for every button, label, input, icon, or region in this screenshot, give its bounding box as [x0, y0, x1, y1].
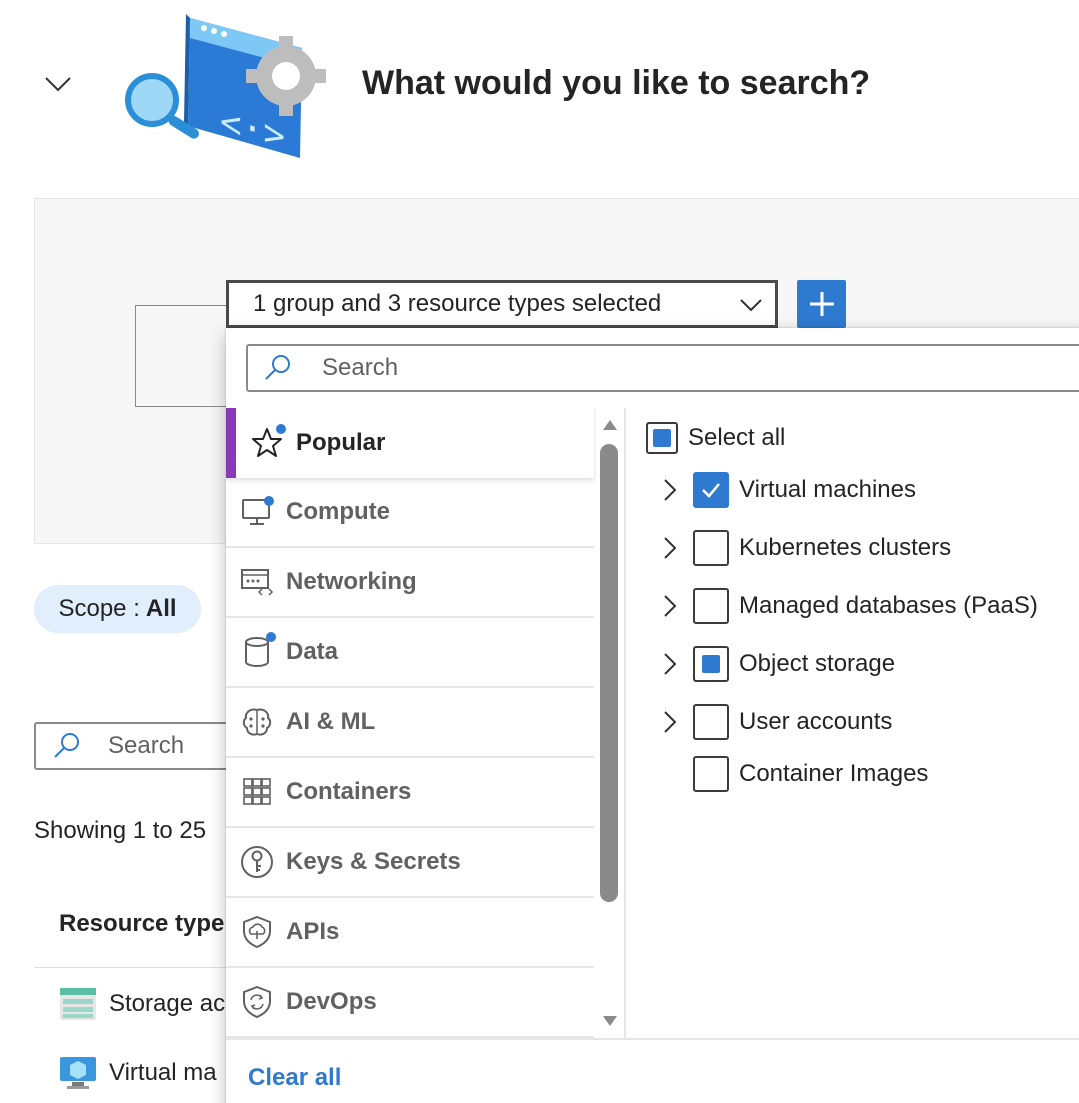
resource-type-label: Object storage	[739, 650, 896, 677]
category-list: Popular Compute Networking Data AI & ML …	[226, 408, 596, 1038]
category-networking[interactable]: Networking	[226, 548, 594, 618]
category-label: APIs	[286, 918, 340, 945]
checkmark-icon	[702, 483, 720, 498]
container-images-checkbox[interactable]	[693, 756, 729, 792]
scroll-down-arrow-icon[interactable]	[603, 1016, 617, 1026]
chevron-right-icon[interactable]	[660, 476, 680, 504]
row-label: Storage ac	[109, 990, 226, 1017]
devops-shield-icon	[243, 985, 271, 1019]
resource-type-label: Managed databases (PaaS)	[739, 592, 1038, 619]
virtual-machines-checkbox[interactable]	[693, 472, 729, 508]
chevron-right-icon[interactable]	[660, 592, 680, 620]
key-icon	[241, 846, 273, 878]
page-title: What would you like to search?	[362, 64, 871, 102]
resource-type-popup: Search Popular Compute Networking Data A…	[226, 328, 1079, 1103]
resource-type-row[interactable]: Container Images	[693, 754, 928, 794]
chevron-right-icon[interactable]	[660, 650, 680, 678]
selection-dot	[264, 496, 274, 506]
category-compute[interactable]: Compute	[226, 478, 594, 548]
kubernetes-clusters-checkbox[interactable]	[693, 530, 729, 566]
category-data[interactable]: Data	[226, 618, 594, 688]
resource-type-row[interactable]: Kubernetes clusters	[693, 528, 951, 568]
chevron-down-icon	[740, 299, 762, 312]
popup-panel-divider	[624, 408, 626, 1038]
clear-all-link[interactable]: Clear all	[248, 1064, 341, 1092]
category-label: Networking	[286, 568, 417, 595]
select-all-row[interactable]: Select all	[646, 418, 785, 458]
results-count-text: Showing 1 to 25	[34, 817, 207, 844]
network-icon	[241, 569, 274, 596]
search-icon	[265, 355, 290, 380]
object-storage-checkbox[interactable]	[693, 646, 729, 682]
api-shield-icon	[243, 915, 271, 949]
popup-search-placeholder: Search	[322, 354, 399, 381]
table-row[interactable]: Storage ac	[59, 984, 225, 1024]
plus-icon	[809, 292, 834, 316]
popup-search-input[interactable]: Search	[246, 344, 1079, 392]
category-label: AI & ML	[286, 708, 376, 735]
resource-type-dropdown[interactable]: 1 group and 3 resource types selected	[226, 280, 778, 328]
selection-dot	[276, 424, 286, 434]
row-label: Virtual ma	[109, 1059, 217, 1086]
category-popular[interactable]: Popular	[226, 408, 594, 478]
category-label: Data	[286, 638, 339, 665]
resource-type-row[interactable]: Managed databases (PaaS)	[693, 586, 1038, 626]
storage-account-icon	[60, 988, 96, 1020]
search-icon	[54, 733, 79, 758]
table-row[interactable]: Virtual ma	[59, 1053, 217, 1093]
category-label: Popular	[296, 429, 386, 456]
resource-type-row[interactable]: User accounts	[693, 702, 892, 742]
table-header-divider	[34, 967, 234, 968]
scroll-up-arrow-icon[interactable]	[603, 420, 617, 430]
column-header-resource-type[interactable]: Resource type	[59, 910, 224, 938]
category-ai-ml[interactable]: AI & ML	[226, 688, 594, 758]
managed-databases-checkbox[interactable]	[693, 588, 729, 624]
popup-footer-divider	[226, 1038, 1079, 1040]
category-label: DevOps	[286, 988, 377, 1015]
category-label: Compute	[286, 498, 390, 525]
selection-dot	[266, 632, 276, 642]
scope-pill[interactable]: Scope : All	[34, 585, 201, 633]
partial-mark	[702, 655, 720, 673]
category-apis[interactable]: APIs	[226, 898, 594, 968]
select-all-checkbox[interactable]	[646, 422, 678, 454]
resource-type-dropdown-value: 1 group and 3 resource types selected	[253, 290, 662, 317]
resource-type-label: Kubernetes clusters	[739, 534, 952, 561]
chevron-right-icon[interactable]	[660, 708, 680, 736]
search-illustration: <·>	[125, 14, 326, 158]
category-label: Keys & Secrets	[286, 848, 461, 875]
chevron-right-icon[interactable]	[660, 534, 680, 562]
active-indicator	[226, 408, 236, 478]
user-accounts-checkbox[interactable]	[693, 704, 729, 740]
results-search-placeholder: Search	[108, 732, 185, 759]
category-label: Containers	[286, 778, 412, 805]
resource-type-label: Virtual machines	[739, 476, 916, 503]
category-keys-secrets[interactable]: Keys & Secrets	[226, 828, 594, 898]
resource-type-row[interactable]: Object storage	[693, 644, 895, 684]
category-scrollbar-thumb[interactable]	[600, 444, 618, 902]
add-condition-button[interactable]	[797, 280, 846, 328]
resource-type-label: User accounts	[739, 708, 893, 735]
partial-mark	[653, 429, 671, 447]
collapse-chevron-icon[interactable]	[40, 66, 76, 102]
query-tree-connector	[135, 305, 229, 407]
containers-icon	[243, 778, 271, 805]
resource-type-row[interactable]: Virtual machines	[693, 470, 916, 510]
virtual-machine-icon	[60, 1057, 96, 1089]
scope-label: Scope :	[58, 595, 140, 622]
scope-value: All	[145, 595, 177, 622]
select-all-label: Select all	[688, 424, 786, 451]
category-containers[interactable]: Containers	[226, 758, 594, 828]
resource-type-label: Container Images	[739, 760, 929, 787]
category-devops[interactable]: DevOps	[226, 968, 594, 1038]
brain-icon	[242, 708, 272, 736]
